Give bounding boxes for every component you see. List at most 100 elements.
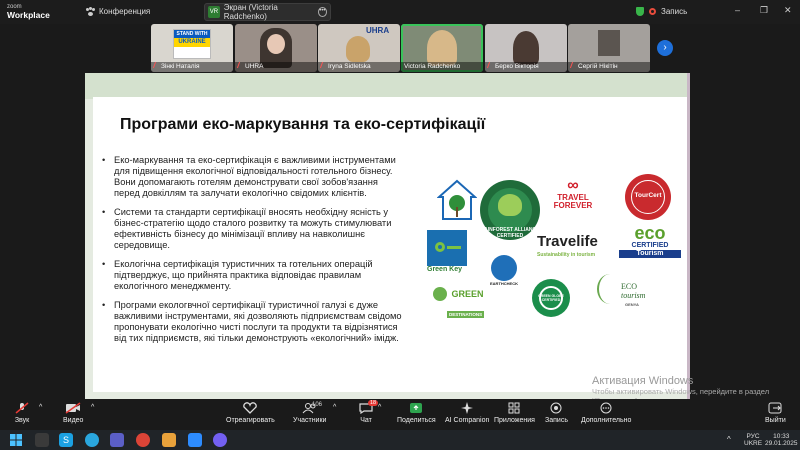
leave-icon [768, 402, 782, 414]
participant-name: Берко Вікторія [485, 62, 567, 72]
watermark-title: Активация Windows [592, 375, 694, 387]
slide-decor-panel [687, 73, 690, 399]
chat-button[interactable]: 18 Чат [358, 400, 379, 424]
slide-title: Програми еко-маркування та еко-сертифіка… [120, 116, 486, 133]
travelife-logo: Travelife Sustainability in tourism [537, 233, 598, 258]
share-button[interactable]: Поделиться [397, 402, 436, 424]
chevron-up-icon[interactable]: ^ [333, 404, 336, 411]
participants-count: 106 [312, 402, 323, 408]
close-button[interactable]: ✕ [784, 5, 792, 16]
apps-button[interactable]: Приложения [494, 402, 535, 424]
more-button[interactable]: Дополнительно [581, 402, 631, 424]
chevron-up-icon[interactable]: ^ [378, 404, 381, 411]
sparkle-icon [461, 402, 474, 414]
chrome-icon[interactable] [136, 433, 150, 447]
react-button[interactable]: Отреагировать [226, 402, 275, 424]
uhra-logo: UHRA [366, 26, 390, 35]
participant-video [513, 31, 539, 65]
apps-label: Приложения [494, 417, 535, 424]
clock[interactable]: 10:33 29.01.2025 [765, 433, 798, 447]
ecolabel-house-logo [437, 179, 477, 220]
zoom-icon[interactable] [188, 433, 202, 447]
video-button[interactable]: Видео [63, 402, 83, 424]
chevron-up-icon[interactable]: ^ [39, 404, 42, 411]
skype-icon[interactable]: S [59, 433, 73, 447]
react-label: Отреагировать [226, 417, 275, 424]
stand-with-ukraine-badge: STAND WITH UKRAINE [173, 29, 211, 59]
mic-off-icon [236, 62, 245, 68]
record-button[interactable]: Запись [545, 402, 568, 424]
tourcert-logo: TourCert [625, 174, 671, 220]
participant-name: Сергій Нікітін [568, 62, 650, 72]
audio-label: Звук [14, 417, 30, 424]
participant-video [427, 30, 457, 66]
brand-bottom: Workplace [7, 10, 50, 20]
leave-button[interactable]: Выйти [765, 402, 786, 424]
more-icon [600, 402, 612, 414]
participant-name: Зінкі Наталія [151, 62, 233, 72]
windows-taskbar: S ^ РУС UKRE 10:33 29.01.2025 [0, 430, 800, 450]
ai-companion-button[interactable]: AI Companion [445, 402, 489, 424]
teams-icon[interactable] [110, 433, 124, 447]
record-icon [550, 402, 562, 414]
screen-share-pill[interactable]: VR Экран (Victoria Radchenko) ••• [204, 3, 331, 21]
top-bar: zoom Workplace Конференция VR Экран (Vic… [0, 0, 800, 24]
meeting-toolbar: Звук ^ Видео ^ Отреагировать 106 Участни… [0, 399, 800, 430]
audio-button[interactable]: Звук [14, 402, 30, 424]
next-page-button[interactable]: › [657, 40, 673, 56]
chat-label: Чат [360, 417, 372, 424]
more-label: Дополнительно [581, 417, 632, 424]
minimize-button[interactable]: – [735, 5, 740, 15]
more-icon[interactable]: ••• [317, 7, 328, 17]
participant-tile[interactable]: UHRA [235, 24, 317, 72]
participant-name: UHRA [235, 62, 317, 72]
mic-off-icon [569, 62, 578, 68]
chevron-up-icon[interactable]: ^ [91, 404, 94, 411]
record-label: Запись [545, 417, 568, 424]
participant-video [346, 36, 370, 62]
viber-icon[interactable] [213, 433, 227, 447]
share-screen-icon [410, 403, 423, 413]
participant-strip: STAND WITH UKRAINE Зінкі Наталія UHRA UH… [0, 24, 800, 73]
participant-name: Iryna Sidletska [318, 62, 400, 72]
participant-tile-active[interactable]: Victoria Radchenko [401, 24, 483, 72]
ai-label: AI Companion [445, 417, 490, 424]
shield-icon [636, 7, 644, 16]
chevron-up-icon[interactable]: ^ [727, 435, 731, 444]
green-key-logo: Green Key [427, 230, 469, 273]
taskbar-app-icon[interactable] [35, 433, 49, 447]
telegram-icon[interactable] [85, 433, 99, 447]
chevron-right-icon: › [663, 42, 667, 53]
language-indicator[interactable]: РУС UKRE [744, 433, 762, 447]
bullet-item: Програми екологвчної сертифікації турист… [100, 300, 405, 344]
chat-badge: 18 [368, 400, 379, 406]
presenter-avatar: VR [208, 6, 220, 18]
bullet-item: Системи та стандарти сертифікації вносят… [100, 207, 405, 251]
participant-tile[interactable]: STAND WITH UKRAINE Зінкі Наталія [151, 24, 233, 72]
participant-tile[interactable]: Берко Вікторія [485, 24, 567, 72]
participants-button[interactable]: 106 Участники [293, 402, 326, 424]
bullet-item: Еко-маркування та еко-сертифікація є важ… [100, 155, 405, 199]
ukraine-text: UKRAINE [174, 38, 210, 47]
participant-video [598, 30, 620, 56]
record-indicator[interactable]: Запись [636, 7, 687, 16]
heart-icon [243, 402, 258, 414]
record-icon [649, 8, 656, 15]
meeting-info-button[interactable]: Конференция [86, 7, 150, 16]
video-off-icon [65, 402, 81, 414]
apps-icon [508, 402, 520, 414]
video-label: Видео [63, 417, 84, 424]
mic-off-icon [319, 62, 328, 68]
windows-start-icon[interactable] [10, 434, 22, 446]
maximize-button[interactable]: ❐ [760, 5, 768, 16]
participant-tile[interactable]: UHRA Iryna Sidletska [318, 24, 400, 72]
slide-bullets: Еко-маркування та еко-сертифікація є важ… [100, 155, 405, 352]
participant-tile[interactable]: Сергій Нікітін [568, 24, 650, 72]
participants-label: Участники [293, 417, 327, 424]
screen-label: Экран (Victoria Radchenko) [223, 3, 278, 21]
green-globe-logo: GREEN GLOBE CERTIFIED [532, 279, 570, 317]
leave-label: Выйти [765, 417, 786, 424]
folder-icon[interactable] [162, 433, 176, 447]
record-label: Запись [661, 7, 688, 16]
participant-face [267, 34, 285, 54]
